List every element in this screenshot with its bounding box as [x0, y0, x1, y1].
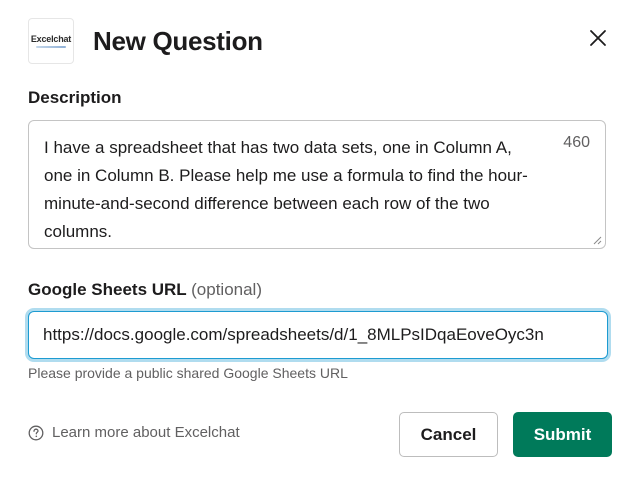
- description-textarea[interactable]: I have a spreadsheet that has two data s…: [28, 120, 606, 249]
- character-count: 460: [563, 134, 590, 151]
- learn-more-text: Learn more about Excelchat: [52, 424, 240, 441]
- dialog-title: New Question: [93, 25, 263, 56]
- cancel-button[interactable]: Cancel: [399, 412, 498, 457]
- excelchat-logo: Excelchat: [28, 18, 74, 64]
- close-button[interactable]: [585, 25, 611, 51]
- submit-button[interactable]: Submit: [513, 412, 612, 457]
- sheets-url-input[interactable]: https://docs.google.com/spreadsheets/d/1…: [28, 311, 608, 359]
- logo-underline: [36, 46, 66, 48]
- sheets-url-hint: Please provide a public shared Google Sh…: [28, 365, 348, 381]
- sheets-url-label: Google Sheets URL (optional): [28, 280, 262, 300]
- dialog-header: Excelchat New Question: [28, 18, 263, 64]
- learn-more-link[interactable]: Learn more about Excelchat: [28, 424, 240, 441]
- description-label: Description: [28, 88, 122, 107]
- logo-text: Excelchat: [30, 34, 72, 44]
- resize-handle-icon[interactable]: [593, 236, 602, 245]
- optional-tag: (optional): [191, 280, 262, 299]
- new-question-dialog: Excelchat New Question Description I hav…: [0, 0, 640, 479]
- sheets-url-value: https://docs.google.com/spreadsheets/d/1…: [43, 325, 544, 344]
- sheets-url-label-text: Google Sheets URL: [28, 280, 187, 299]
- help-circle-icon: [28, 425, 44, 441]
- description-text: I have a spreadsheet that has two data s…: [44, 138, 528, 241]
- close-icon: [590, 30, 606, 46]
